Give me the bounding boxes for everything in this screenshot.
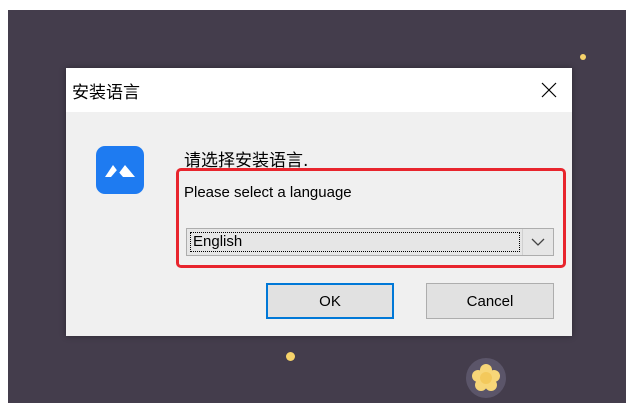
- language-select-value: English: [190, 232, 520, 252]
- language-select[interactable]: English: [186, 228, 554, 256]
- screenshot: 安装语言 请选择安装语言. Please select a language E…: [0, 0, 634, 407]
- decorative-dot: [580, 54, 586, 60]
- dialog-title: 安装语言: [72, 83, 140, 103]
- cancel-button[interactable]: Cancel: [426, 283, 554, 319]
- dropdown-button[interactable]: [522, 229, 553, 255]
- close-icon: [541, 82, 557, 98]
- decorative-dot: [286, 352, 295, 361]
- close-button[interactable]: [526, 68, 572, 112]
- ok-button[interactable]: OK: [266, 283, 394, 319]
- dialog-titlebar: 安装语言: [66, 68, 572, 112]
- chevron-down-icon: [531, 238, 545, 246]
- language-dialog: 安装语言 请选择安装语言. Please select a language E…: [66, 68, 572, 336]
- app-logo-icon: [96, 146, 144, 194]
- flower-icon: [466, 358, 506, 398]
- prompt-english: Please select a language: [184, 184, 352, 201]
